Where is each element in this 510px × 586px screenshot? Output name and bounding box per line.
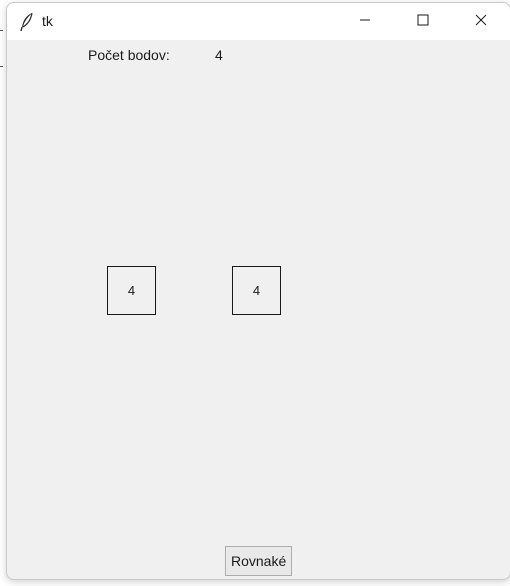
window-title: tk xyxy=(42,13,53,29)
app-window: tk Počet bodov: 4 4 4 Rovnaké xyxy=(6,2,510,580)
number-box-value: 4 xyxy=(252,283,261,298)
close-button[interactable] xyxy=(452,3,510,40)
feather-icon xyxy=(20,12,34,32)
background-edge-mark xyxy=(0,66,3,67)
background-edge-mark xyxy=(0,30,3,31)
score-value: 4 xyxy=(215,47,223,63)
equal-button[interactable]: Rovnaké xyxy=(225,546,293,576)
maximize-icon xyxy=(417,13,429,31)
score-label: Počet bodov: xyxy=(88,47,170,63)
minimize-icon xyxy=(359,13,371,31)
number-box-left: 4 xyxy=(107,266,156,315)
title-bar[interactable]: tk xyxy=(7,3,510,40)
close-icon xyxy=(475,13,487,31)
number-box-right: 4 xyxy=(232,266,281,315)
maximize-button[interactable] xyxy=(394,3,452,40)
minimize-button[interactable] xyxy=(336,3,394,40)
number-box-value: 4 xyxy=(127,283,136,298)
